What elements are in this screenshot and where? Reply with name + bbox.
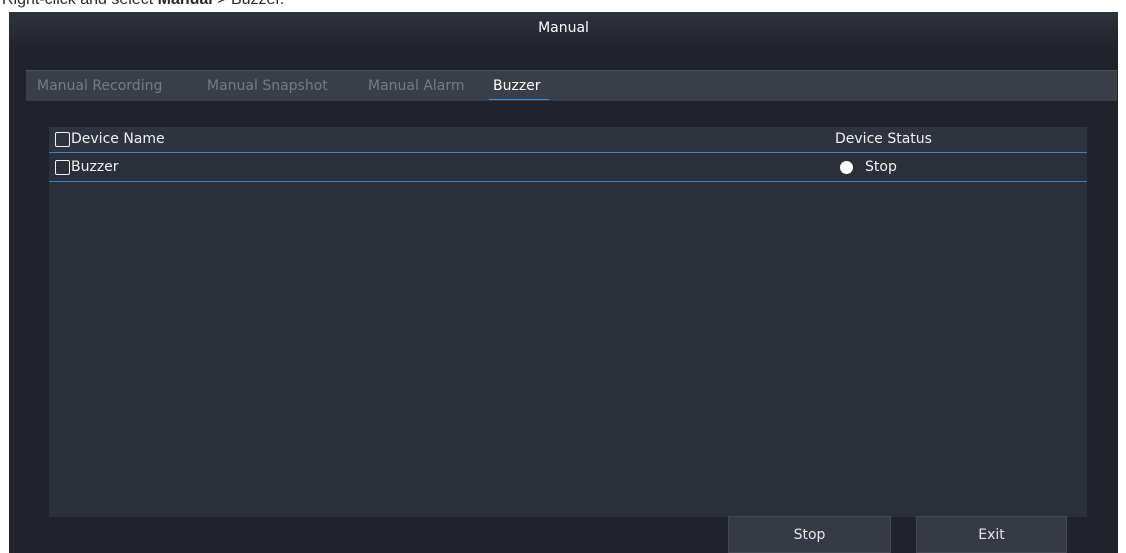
exit-button[interactable]: Exit [916, 516, 1067, 553]
dialog-title: Manual [9, 12, 1118, 45]
caption-prefix: Right-click and select [2, 0, 158, 8]
tab-buzzer[interactable]: Buzzer [489, 71, 549, 101]
row-checkbox-icon[interactable] [55, 160, 70, 175]
tab-bar: Manual Recording Manual Snapshot Manual … [26, 70, 1117, 101]
table-row[interactable]: Buzzer Stop [49, 153, 1087, 182]
caption-suffix: > Buzzer. [213, 0, 284, 8]
stop-button[interactable]: Stop [728, 516, 891, 553]
tab-manual-snapshot[interactable]: Manual Snapshot [207, 71, 328, 101]
column-device-status: Device Status [835, 131, 932, 147]
status-dot-icon [840, 161, 853, 174]
column-device-name: Device Name [71, 131, 165, 147]
caption-bold: Manual [158, 0, 213, 8]
table-header: Device Name Device Status [49, 127, 1087, 153]
row-device-name: Buzzer [71, 159, 119, 175]
device-table: Device Name Device Status Buzzer Stop [49, 127, 1087, 517]
tab-manual-alarm[interactable]: Manual Alarm [368, 71, 465, 101]
row-device-status: Stop [865, 159, 897, 175]
select-all-checkbox-icon[interactable] [55, 132, 70, 147]
manual-dialog: Manual Manual Recording Manual Snapshot … [9, 12, 1118, 553]
instruction-caption: Right-click and select Manual > Buzzer. [0, 0, 1126, 12]
tab-manual-recording[interactable]: Manual Recording [37, 71, 162, 101]
